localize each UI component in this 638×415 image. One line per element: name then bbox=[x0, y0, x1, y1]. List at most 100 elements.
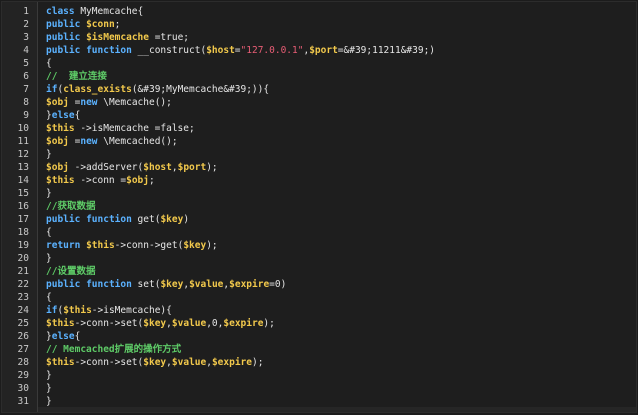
line-number: 21 bbox=[17, 266, 29, 277]
plain-token: ->isMemcache =false; bbox=[74, 123, 195, 134]
plain-token: } bbox=[46, 149, 52, 160]
plain-token: ); bbox=[206, 162, 218, 173]
code-line[interactable]: public function __construct($host="127.0… bbox=[46, 44, 636, 57]
line-number: 31 bbox=[17, 396, 29, 407]
code-line[interactable]: //获取数据 bbox=[46, 200, 636, 213]
variable-token: $key bbox=[183, 240, 207, 251]
plain-token: = bbox=[68, 136, 81, 147]
variable-token: $conn bbox=[86, 19, 115, 30]
plain-token: ->conn->set( bbox=[74, 357, 144, 368]
code-line[interactable]: // 建立连接 bbox=[46, 70, 636, 83]
code-line[interactable]: public $conn; bbox=[46, 18, 636, 31]
comment-token: // 建立连接 bbox=[46, 71, 107, 82]
variable-token: $this bbox=[63, 305, 92, 316]
code-line[interactable]: public $isMemcache =true; bbox=[46, 31, 636, 44]
code-line[interactable]: if($this->isMemcache){ bbox=[46, 304, 636, 317]
code-line[interactable]: $obj =new \Memcache(); bbox=[46, 96, 636, 109]
plain-token: ->conn->get( bbox=[114, 240, 184, 251]
variable-token: $isMemcache bbox=[86, 32, 149, 43]
plain-token: ,0, bbox=[206, 318, 224, 329]
keyword-token: public bbox=[46, 45, 81, 56]
plain-token: ); bbox=[251, 357, 264, 368]
line-number: 12 bbox=[17, 149, 29, 160]
code-line[interactable]: } bbox=[46, 187, 636, 200]
plain-token: } bbox=[46, 396, 52, 407]
plain-token: =&#39;11211&#39;) bbox=[337, 45, 436, 56]
code-line[interactable]: { bbox=[46, 291, 636, 304]
keyword-token: public bbox=[46, 19, 81, 30]
plain-token: { bbox=[74, 110, 81, 121]
plain-token: ->addServer( bbox=[68, 162, 144, 173]
code-line[interactable]: { bbox=[46, 226, 636, 239]
string-token: "127.0.0.1" bbox=[240, 45, 304, 56]
keyword-token: function bbox=[86, 45, 132, 56]
plain-token: __construct( bbox=[131, 45, 207, 56]
line-number: 10 bbox=[17, 123, 29, 134]
keyword-token: return bbox=[46, 240, 81, 251]
code-line[interactable]: $this ->conn =$obj; bbox=[46, 174, 636, 187]
code-line[interactable]: class MyMemcache{ bbox=[46, 5, 636, 18]
comment-token: // Memcached扩展的操作方式 bbox=[46, 344, 182, 355]
code-line[interactable]: return $this->conn->get($key); bbox=[46, 239, 636, 252]
variable-token: $this bbox=[46, 175, 75, 186]
variable-token: $port bbox=[177, 162, 207, 173]
variable-token: $this bbox=[86, 240, 115, 251]
line-number: 30 bbox=[17, 383, 29, 394]
plain-token: ; bbox=[114, 19, 121, 30]
code-line[interactable]: $this->conn->set($key,$value,$expire); bbox=[46, 356, 636, 369]
line-number: 19 bbox=[17, 240, 29, 251]
line-number: 17 bbox=[17, 214, 29, 225]
code-area[interactable]: class MyMemcache{public $conn; public $is… bbox=[38, 2, 636, 412]
keyword-token: else bbox=[51, 110, 75, 121]
variable-token: $this bbox=[46, 123, 75, 134]
plain-token: (&#39;MyMemcache&#39;)){ bbox=[131, 84, 270, 95]
code-line[interactable]: // Memcached扩展的操作方式 bbox=[46, 343, 636, 356]
code-line[interactable]: $obj ->addServer($host,$port); bbox=[46, 161, 636, 174]
line-number: 23 bbox=[17, 292, 29, 303]
variable-token: $host bbox=[206, 45, 235, 56]
variable-token: $key bbox=[143, 318, 167, 329]
line-number: 27 bbox=[17, 344, 29, 355]
keyword-token: class bbox=[46, 6, 75, 17]
line-number: 3 bbox=[23, 32, 29, 43]
code-line[interactable]: if(class_exists(&#39;MyMemcache&#39;)){ bbox=[46, 83, 636, 96]
variable-token: $this bbox=[46, 318, 75, 329]
code-line[interactable]: } bbox=[46, 369, 636, 382]
plain-token: } bbox=[46, 253, 52, 264]
variable-token: $this bbox=[46, 357, 75, 368]
plain-token: MyMemcache{ bbox=[74, 6, 144, 17]
line-number: 25 bbox=[17, 318, 29, 329]
variable-token: $expire bbox=[211, 357, 252, 368]
keyword-token: new bbox=[80, 97, 98, 108]
variable-token: $obj bbox=[46, 136, 69, 147]
keyword-token: if bbox=[46, 84, 58, 95]
keyword-token: if bbox=[46, 305, 58, 316]
code-line[interactable]: $this->conn->set($key,$value,0,$expire); bbox=[46, 317, 636, 330]
comment-token: //获取数据 bbox=[46, 201, 96, 212]
keyword-token: new bbox=[80, 136, 98, 147]
code-line[interactable]: } bbox=[46, 382, 636, 395]
variable-token: $key bbox=[160, 214, 184, 225]
line-number: 15 bbox=[17, 188, 29, 199]
code-line[interactable]: } bbox=[46, 148, 636, 161]
code-line[interactable]: { bbox=[46, 57, 636, 70]
code-line[interactable]: public function get($key) bbox=[46, 213, 636, 226]
code-editor[interactable]: 1 2 3 4 5 6 7 8 9 10 11 12 13 14 15 16 17 18 19 20 21 22 23 24 2… bbox=[1, 1, 637, 413]
plain-token: set( bbox=[131, 279, 161, 290]
horizontal-scrollbar[interactable] bbox=[38, 407, 636, 412]
plain-token: { bbox=[46, 58, 52, 69]
line-number: 22 bbox=[17, 279, 29, 290]
code-line[interactable]: //设置数据 bbox=[46, 265, 636, 278]
line-number: 24 bbox=[17, 305, 29, 316]
code-line[interactable]: $this ->isMemcache =false; bbox=[46, 122, 636, 135]
line-number: 1 bbox=[23, 6, 29, 17]
variable-token: $obj bbox=[126, 175, 149, 186]
line-number: 13 bbox=[17, 162, 29, 173]
code-line[interactable]: $obj =new \Memcached(); bbox=[46, 135, 636, 148]
code-line[interactable]: }else{ bbox=[46, 109, 636, 122]
code-line[interactable]: }else{ bbox=[46, 330, 636, 343]
code-line[interactable]: public function set($key,$value,$expire=… bbox=[46, 278, 636, 291]
plain-token: \Memcached(); bbox=[97, 136, 178, 147]
line-number: 4 bbox=[23, 45, 29, 56]
code-line[interactable]: } bbox=[46, 252, 636, 265]
